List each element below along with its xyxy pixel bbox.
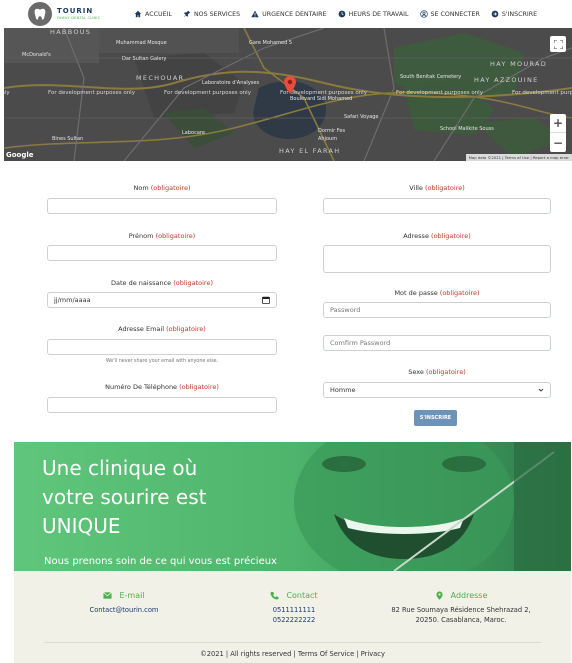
sexe-select[interactable]: Homme [323, 382, 551, 398]
adresse-textarea[interactable] [323, 245, 551, 273]
map-label-dormir: Dormir Fes [318, 128, 346, 134]
prenom-input[interactable] [47, 245, 277, 261]
map-label-habbous: HABBOUS [50, 28, 92, 36]
calendar-icon[interactable] [262, 296, 270, 304]
zoom-out-button[interactable]: − [550, 133, 566, 152]
map-label-mechouar: MECHOUAR [136, 74, 185, 82]
envelope-icon [103, 592, 113, 599]
google-logo[interactable]: Google [6, 151, 34, 159]
nav-services[interactable]: NOS SERVICES [183, 10, 240, 18]
password-label: Mot de passe (obligatoire) [394, 289, 480, 297]
email-input[interactable] [47, 339, 277, 355]
map-label-mosque: Muhammad Mosque [116, 40, 167, 46]
terms-of-use-link[interactable]: Terms of Use [505, 155, 529, 160]
password-input[interactable]: Password [323, 302, 551, 318]
footer-divider [44, 642, 541, 643]
hero-subtitle: Nous prenons soin de ce qui vous est pré… [44, 556, 277, 567]
pin-icon [183, 10, 191, 17]
clock-icon [338, 10, 345, 18]
inscrire-submit-button[interactable]: S'INSCRIRE [414, 410, 457, 426]
email-hint: We'll never share your email with anyone… [105, 359, 219, 364]
brand-name: TOURIN [57, 6, 94, 15]
ville-input[interactable] [323, 198, 551, 214]
map-marker-icon[interactable] [284, 76, 296, 94]
map-label-mcdonalds: McDonald's [22, 52, 51, 58]
map-label-bines: Bines Sultan [52, 136, 84, 142]
map-label-ahjoum: Ahjoum [318, 136, 338, 142]
nav-urgence[interactable]: URGENCE DENTAIRE [251, 10, 327, 18]
map-dev-notice-6: For development purposes only [512, 90, 572, 96]
chevron-down-icon [538, 388, 544, 392]
map-label-boulevard: Boulevard Sidi Mohamed [290, 96, 353, 102]
hero-banner: Une clinique où votre sourire est UNIQUE… [14, 442, 571, 571]
copyright-text: ©2021 | All rights reserved | Terms Of S… [200, 650, 385, 658]
brand-tagline: FAMILY DENTAL CLINIC [57, 15, 101, 20]
nav-connecter[interactable]: SE CONNECTER [419, 10, 480, 18]
map-label-laboratoire: Laboratoire d'Analyses [202, 80, 260, 86]
nom-input[interactable] [47, 198, 277, 214]
map-label-school: School Malikite Souss [440, 126, 494, 132]
footer-address-line-1: 82 Rue Soumaya Résidence Shehrazad 2, [391, 606, 531, 614]
footer-phone-2[interactable]: 0522222222 [234, 615, 354, 625]
map-label-safari: Safari Voyage [344, 114, 379, 120]
nav-accueil[interactable]: ACCUEIL [134, 10, 172, 18]
nom-label: Nom (obligatoire) [133, 184, 191, 192]
nav-inscrire[interactable]: S'INSCRIRE [491, 10, 537, 18]
google-map[interactable]: HABBOUS Muhammad Mosque Gare Mohamed 5 M… [4, 28, 572, 161]
map-label-dar-sultan: Dar Sultan Galery [122, 56, 167, 62]
footer-address-line-2: 20250. Casablanca, Maroc. [415, 616, 507, 624]
map-dev-notice-2: For development purposes only [48, 90, 135, 96]
tooth-icon [28, 2, 52, 26]
map-dev-notice-3: For development purposes only [164, 90, 251, 96]
map-label-gare: Gare Mohamed 5 [249, 40, 293, 46]
telephone-input[interactable] [47, 397, 277, 413]
hero-title: Une clinique où votre sourire est UNIQUE [42, 456, 207, 538]
map-dev-notice-5: For development purposes only [396, 90, 483, 96]
email-label: Adresse Email (obligatoire) [118, 325, 206, 333]
map-label-labocare: Labocare [182, 130, 205, 136]
map-label-hay-mourad: HAY MOURAD [490, 60, 548, 68]
arrow-circle-icon [491, 10, 499, 18]
ville-label: Ville (obligatoire) [409, 184, 465, 192]
zoom-control: + − [550, 114, 566, 152]
location-icon [436, 591, 443, 600]
report-map-error-link[interactable]: Report a map error [533, 155, 569, 160]
footer-phone-1[interactable]: 0511111111 [234, 605, 354, 615]
phone-icon [270, 591, 280, 600]
nav-heures[interactable]: HEURS DE TRAVAIL [338, 10, 409, 18]
date-naissance-input[interactable]: jj/mm/aaaa [47, 292, 277, 308]
map-label-hay-azzouine: HAY AZZOUINE [474, 76, 539, 84]
fullscreen-button[interactable] [550, 36, 566, 52]
naissance-label: Date de naissance (obligatoire) [111, 279, 213, 287]
map-label-hay-el-farah: HAY EL FARAH [279, 147, 341, 155]
footer-email-link[interactable]: Contact@tourin.com [64, 605, 184, 615]
footer: E-mail Contact@tourin.com Contact 051111… [14, 571, 571, 663]
map-label-south-cemetery: South Benitak Cemetery [400, 74, 462, 80]
user-icon [419, 10, 428, 18]
warning-icon [251, 10, 259, 18]
fullscreen-icon [553, 39, 563, 49]
confirm-password-input[interactable]: Comfirm Password [323, 335, 551, 351]
prenom-label: Prénom (obligatoire) [128, 232, 196, 240]
sexe-label: Sexe (obligatoire) [408, 368, 466, 376]
map-attribution: Map data ©2021 | Terms of Use | Report a… [465, 154, 572, 161]
home-icon [134, 10, 142, 18]
telephone-label: Numéro De Téléphone (obligatoire) [105, 383, 219, 391]
footer-address-col: Addresse 82 Rue Soumaya Résidence Shehra… [376, 591, 546, 625]
footer-contact-col: Contact 0511111111 0522222222 [234, 591, 354, 625]
zoom-in-button[interactable]: + [550, 114, 566, 133]
map-dev-notice-1: only [4, 90, 10, 96]
adresse-label: Adresse (obligatoire) [403, 232, 471, 240]
top-navbar: TOURIN FAMILY DENTAL CLINIC ACCUEIL NOS … [0, 0, 572, 28]
footer-email-col: E-mail Contact@tourin.com [64, 591, 184, 615]
brand-logo[interactable]: TOURIN FAMILY DENTAL CLINIC [28, 2, 100, 26]
